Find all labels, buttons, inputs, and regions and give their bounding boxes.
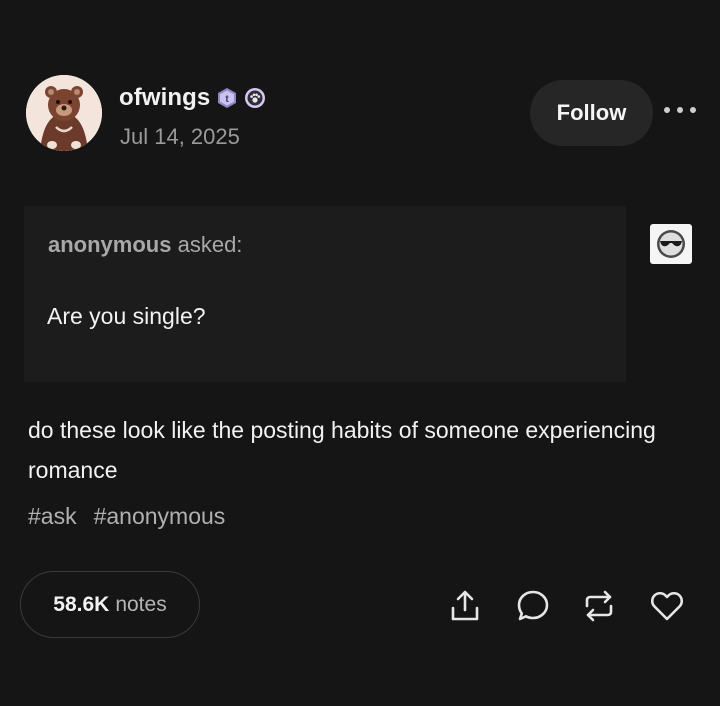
post-date[interactable]: Jul 14, 2025 (120, 124, 240, 150)
ask-question: Are you single? (47, 303, 206, 329)
dot (690, 107, 696, 113)
reply-icon[interactable] (514, 587, 552, 625)
like-icon[interactable] (648, 587, 686, 625)
tag-list: #ask #anonymous (28, 503, 225, 530)
author-avatar[interactable] (26, 75, 102, 151)
tumblr-badge-icon[interactable]: t (216, 87, 238, 109)
tag-ask[interactable]: #ask (28, 503, 77, 530)
dot (664, 107, 670, 113)
bear-avatar-icon (26, 75, 102, 151)
dot (677, 107, 683, 113)
tag-anonymous[interactable]: #anonymous (94, 503, 226, 530)
asker-name: anonymous (48, 232, 172, 257)
asked-label: asked: (177, 232, 243, 257)
reblog-icon[interactable] (580, 587, 618, 625)
post-body-text: do these look like the posting habits of… (28, 417, 656, 483)
ask-box: anonymous asked: Are you single? (24, 206, 626, 382)
ellipsis-icon[interactable] (664, 100, 696, 120)
author-row: ofwings t (119, 84, 266, 112)
follow-button[interactable]: Follow (530, 80, 653, 146)
asker-line: anonymous asked: (48, 232, 242, 258)
author-username[interactable]: ofwings (119, 84, 210, 112)
notes-button[interactable]: 58.6K notes (20, 571, 200, 638)
anonymous-sunglasses-icon (650, 224, 692, 264)
notes-label: notes (115, 592, 167, 616)
notes-count: 58.6K (53, 592, 110, 616)
share-icon[interactable] (446, 587, 484, 625)
paw-badge-icon[interactable] (244, 87, 266, 109)
post-card: ofwings t Jul 14, 2025 Follow anonymous … (0, 0, 720, 706)
